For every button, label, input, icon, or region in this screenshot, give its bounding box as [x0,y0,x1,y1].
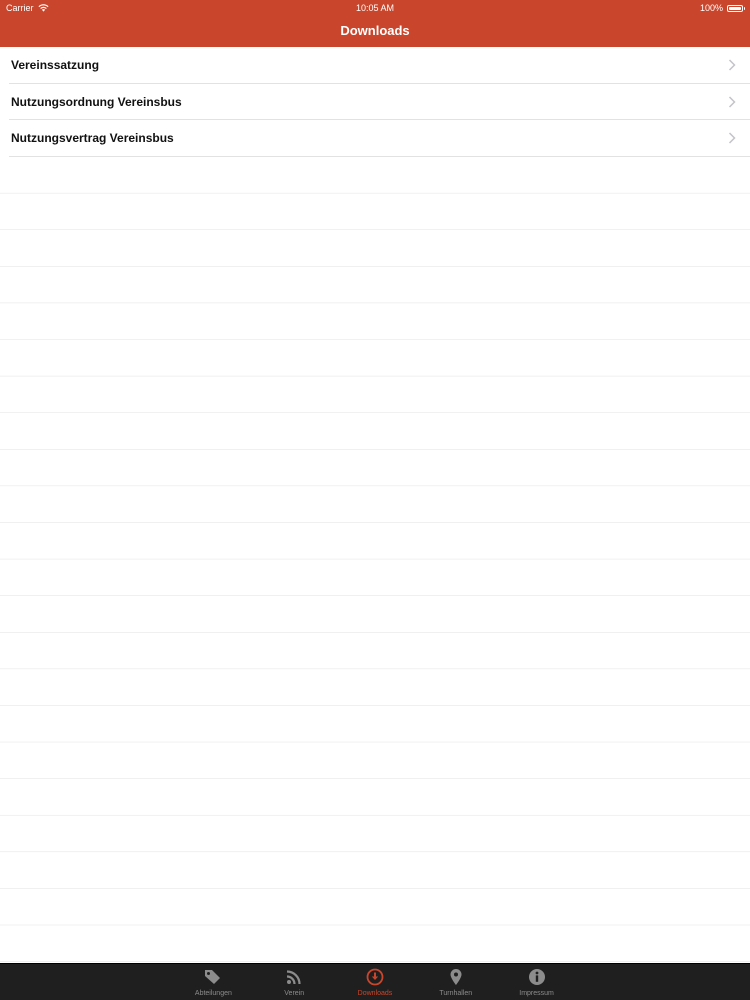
app-screen: Carrier 10:05 AM 100% Downloads Vereinss… [0,0,750,1000]
tab-label: Verein [284,990,305,997]
chevron-right-icon [728,59,736,71]
app-header: Carrier 10:05 AM 100% Downloads [0,0,750,47]
tab-list: Abteilungen Verein Downloads Turnhallen … [173,964,577,1000]
map-pin-icon [446,968,466,986]
page-title: Downloads [340,23,410,38]
info-icon [527,968,547,986]
list-item-nutzungsordnung-vereinsbus[interactable]: Nutzungsordnung Vereinsbus [0,83,750,121]
tab-label: Abteilungen [194,990,232,997]
battery-body [727,4,743,12]
list-item-label: Nutzungsvertrag Vereinsbus [11,131,174,146]
tab-label: Downloads [357,990,393,997]
rss-icon [284,968,304,986]
battery-fill [729,6,741,10]
tab-label: Turnhallen [439,990,473,997]
chevron-right-icon [728,132,736,144]
battery-percent: 100% [699,3,723,13]
tag-icon [203,968,223,986]
battery-tip [743,6,745,10]
tab-turnhallen[interactable]: Turnhallen [415,964,496,1000]
tab-bar: Abteilungen Verein Downloads Turnhallen … [0,963,750,1000]
list-item-vereinssatzung[interactable]: Vereinssatzung [0,47,750,84]
tab-label: Impressum [519,990,554,997]
chevron-right-icon [728,96,736,108]
list-item-label: Vereinssatzung [11,58,100,72]
list-item-label: Nutzungsordnung Vereinsbus [11,94,182,109]
download-icon [365,968,385,986]
list-item-nutzungsvertrag-vereinsbus[interactable]: Nutzungsvertrag Vereinsbus [0,120,750,157]
tab-verein[interactable]: Verein [254,964,335,1000]
tab-abteilungen[interactable]: Abteilungen [173,964,254,1000]
status-bar: Carrier 10:05 AM 100% [0,0,750,15]
status-time: 10:05 AM [355,3,395,13]
battery-icon [727,4,745,12]
tab-downloads[interactable]: Downloads [335,964,416,1000]
downloads-list: Vereinssatzung Nutzungsordnung Vereinsbu… [0,47,750,963]
tab-impressum[interactable]: Impressum [496,964,577,1000]
status-right: 100% [700,3,745,13]
